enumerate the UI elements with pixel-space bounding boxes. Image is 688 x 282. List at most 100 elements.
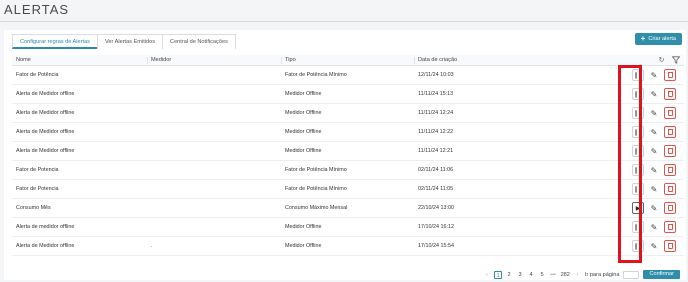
play-button[interactable]: ▶ [632,202,644,214]
edit-button[interactable]: ✎ [648,164,660,176]
pause-button[interactable]: ❙❙ [632,69,644,81]
next-page-button[interactable]: › [574,271,581,279]
play-icon: ▶ [635,205,641,212]
table-row: Alerta de Medidor offline Medidor Offline… [12,104,684,123]
edit-button[interactable]: ✎ [648,88,660,100]
tab-alertas-emitidos[interactable]: Ver Alertas Emitidos [96,34,164,49]
edit-button[interactable]: ✎ [648,107,660,119]
delete-button[interactable] [664,69,676,81]
column-divider[interactable] [414,57,415,64]
edit-button[interactable]: ✎ [648,221,660,233]
goto-page-label: Ir para página [584,271,620,278]
delete-button[interactable] [664,164,676,176]
create-alert-button[interactable]: + Criar alerta [634,33,682,45]
table-row: Fator de Potencia Fator de Potência Mínim… [12,161,684,180]
delete-button[interactable] [664,183,676,195]
edit-button[interactable]: ✎ [648,145,660,157]
page-title: ALERTAS [4,2,70,17]
table-body: Fator de Potência Fator de Potência Mínim… [12,66,684,256]
delete-button[interactable] [664,221,676,233]
page-button-1[interactable]: 1 [494,270,502,279]
tab-central-notificacoes[interactable]: Central de Notificações [162,34,236,49]
pencil-icon: ✎ [650,203,658,213]
column-divider[interactable] [147,57,148,64]
delete-button[interactable] [664,240,676,252]
page-button-3[interactable]: 3 [517,271,524,279]
edit-button[interactable]: ✎ [648,126,660,138]
edit-button[interactable]: ✎ [648,69,660,81]
prev-page-button[interactable]: ‹ [483,271,490,279]
pause-button[interactable]: ❙❙ [632,88,644,100]
pause-button[interactable]: ❙❙ [632,221,644,233]
cell-data-criacao: 11/11/24 12:21 [418,148,454,154]
table-row: Alerta de Medidor offline Medidor Offline… [12,85,684,104]
header-nome: Nome [16,57,31,63]
cell-data-criacao: 02/11/24 11:06 [418,167,454,173]
pause-icon: ❙❙ [633,243,643,250]
page-button-5[interactable]: 5 [539,271,546,279]
pencil-icon: ✎ [650,108,658,118]
table-row: Fator de Potência Fator de Potência Mínim… [12,66,684,85]
pagination: ‹ 1 2 3 4 5 ••• 282 › Ir para página Con… [483,270,680,279]
pause-icon: ❙❙ [633,72,643,79]
cell-nome: Alerta de Medidor offline [16,148,75,154]
pause-button[interactable]: ❙❙ [632,240,644,252]
page-button-last[interactable]: 282 [561,271,570,279]
pause-button[interactable]: ❙❙ [632,107,644,119]
delete-button[interactable] [664,88,676,100]
pause-button[interactable]: ❙❙ [632,164,644,176]
pause-icon: ❙❙ [633,91,643,98]
table-row: Alerta de Medidor offline. Medidor Offlin… [12,237,684,256]
cell-data-criacao: 11/11/24 15:13 [418,91,454,97]
cell-nome: Alerta de Medidor offline [16,243,75,249]
delete-button[interactable] [664,202,676,214]
page-ellipsis[interactable]: ••• [550,271,557,279]
edit-button[interactable]: ✎ [648,240,660,252]
pencil-icon: ✎ [650,146,658,156]
pencil-icon: ✎ [650,184,658,194]
delete-button[interactable] [664,145,676,157]
row-actions: ❙❙ ✎ [632,69,676,81]
table-row: Alerta de Medidor offline Medidor Offline… [12,123,684,142]
cell-tipo: Medidor Offline [285,91,322,97]
cell-tipo: Medidor Offline [285,224,322,230]
trash-icon [667,224,673,230]
edit-button[interactable]: ✎ [648,202,660,214]
pause-button[interactable]: ❙❙ [632,126,644,138]
page-button-4[interactable]: 4 [528,271,535,279]
delete-button[interactable] [664,126,676,138]
edit-button[interactable]: ✎ [648,183,660,195]
pause-button[interactable]: ❙❙ [632,183,644,195]
table-row: Alerta de Medidor offline Medidor Offline… [12,142,684,161]
table-header: Nome Medidor Tipo Data de criação ↻ [12,55,684,66]
pause-button[interactable]: ❙❙ [632,145,644,157]
row-actions: ❙❙ ✎ [632,240,676,252]
trash-icon [667,72,673,78]
page-button-2[interactable]: 2 [506,271,513,279]
cell-nome: Alerta de Medidor offline [16,129,75,135]
trash-icon [667,186,673,192]
confirm-button[interactable]: Confirmar [643,270,680,279]
cell-data-criacao: 12/11/24 10:03 [418,72,454,78]
cell-nome: Consumo Mês [16,205,51,211]
goto-page-input[interactable] [623,270,640,279]
header-medidor: Medidor [151,57,172,63]
trash-icon [667,110,673,116]
pencil-icon: ✎ [650,241,658,251]
pencil-icon: ✎ [650,222,658,232]
row-actions: ❙❙ ✎ [632,126,676,138]
column-divider[interactable] [281,57,282,64]
refresh-icon[interactable]: ↻ [657,56,666,65]
filter-icon[interactable] [671,56,680,65]
cell-data-criacao: 02/11/24 11:05 [418,186,454,192]
tab-configurar-regras[interactable]: Configurar regras de Alertas [12,34,98,49]
cell-data-criacao: 22/10/24 13:00 [418,205,454,211]
cell-tipo: Medidor Offline [285,129,322,135]
pencil-icon: ✎ [650,165,658,175]
pause-icon: ❙❙ [633,167,643,174]
row-actions: ❙❙ ✎ [632,221,676,233]
delete-button[interactable] [664,107,676,119]
header-actions: ↻ [657,56,680,65]
title-divider [0,21,688,22]
cell-nome: Fator de Potência [16,72,59,78]
